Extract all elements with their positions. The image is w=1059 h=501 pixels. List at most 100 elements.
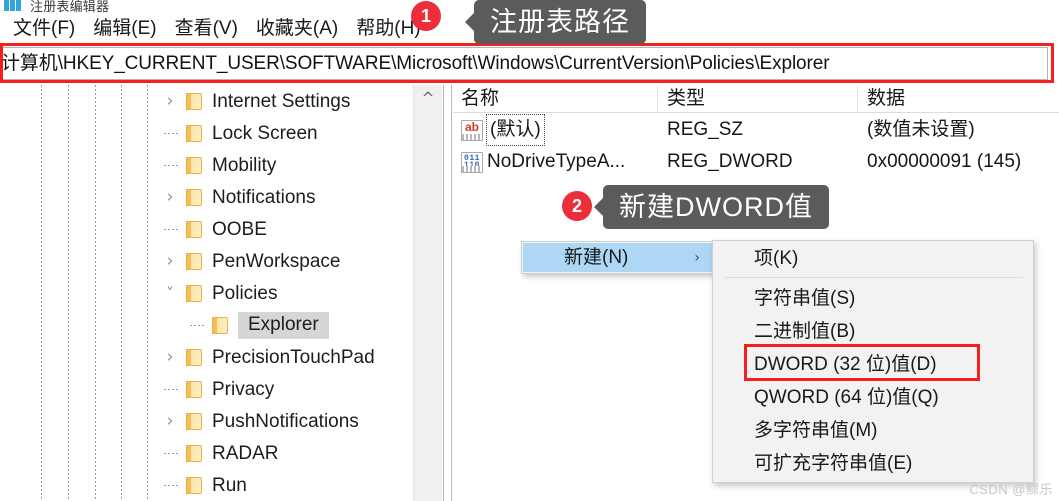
tree-leaf-line: [164, 165, 178, 166]
tree-item-precisiontouchpad[interactable]: › PrecisionTouchPad: [0, 341, 412, 374]
menu-view[interactable]: 查看(V): [166, 17, 247, 41]
callout-tail: [594, 197, 604, 217]
string-icon-text: ab: [464, 120, 479, 134]
value-type: REG_SZ: [667, 119, 744, 140]
tree-item-label: Internet Settings: [212, 90, 351, 112]
chevron-down-icon[interactable]: ˅: [162, 285, 178, 302]
tree-item-oobe[interactable]: OOBE: [0, 213, 412, 246]
chevron-right-icon[interactable]: ›: [162, 92, 178, 110]
annotation-callout-2: 新建DWORD值: [594, 185, 829, 229]
tree-item-penworkspace[interactable]: › PenWorkspace: [0, 245, 412, 278]
submenu-item-key[interactable]: 项(K): [714, 242, 1033, 275]
tree-item-label: Run: [212, 474, 247, 496]
chevron-right-icon[interactable]: ›: [162, 412, 178, 430]
chevron-up-icon[interactable]: ^: [414, 85, 442, 111]
annotation-callout-2-text: 新建DWORD值: [619, 192, 813, 222]
folder-icon: [183, 124, 204, 143]
submenu-item-label: 项(K): [754, 248, 799, 269]
folder-icon: [183, 156, 204, 175]
submenu-item-label: QWORD (64 位)值(Q): [754, 387, 939, 408]
tree-leaf-line: [164, 389, 178, 390]
submenu-item-dword-value[interactable]: DWORD (32 位)值(D): [714, 348, 1033, 381]
tree-leaf-line: [164, 229, 178, 230]
value-name[interactable]: (默认): [486, 114, 545, 146]
menu-edit[interactable]: 编辑(E): [84, 17, 165, 41]
folder-icon: [183, 188, 204, 207]
tree-leaf-line: [190, 325, 204, 326]
window-title: 注册表编辑器: [30, 0, 110, 13]
tree-item-label: Mobility: [212, 154, 277, 176]
tree-item-label: Lock Screen: [212, 122, 318, 144]
folder-icon: [183, 252, 204, 271]
dword-value-icon: 011 110: [461, 152, 483, 173]
folder-icon: [183, 476, 204, 495]
tree-item-notifications[interactable]: › Notifications: [0, 181, 412, 214]
table-row[interactable]: 011 110 NoDriveTypeA... REG_DWORD 0x0000…: [453, 147, 1059, 179]
submenu-item-string-value[interactable]: 字符串值(S): [714, 282, 1033, 315]
submenu-item-multi-string-value[interactable]: 多字符串值(M): [714, 414, 1033, 447]
submenu-item-label: 字符串值(S): [754, 288, 856, 309]
chevron-right-icon: ›: [694, 250, 700, 266]
table-row[interactable]: ab (默认) REG_SZ (数值未设置): [453, 114, 1059, 147]
folder-icon: [183, 348, 204, 367]
list-header: 名称 类型 数据: [453, 85, 1059, 113]
chevron-right-icon[interactable]: ›: [162, 188, 178, 206]
tree-leaf-line: [164, 485, 178, 486]
tree-vertical-scrollbar[interactable]: ^: [413, 85, 442, 501]
tree-item-radar[interactable]: RADAR: [0, 437, 412, 470]
submenu-item-expandable-string-value[interactable]: 可扩充字符串值(E): [714, 447, 1033, 480]
registry-editor-window: 注册表编辑器 文件(F) 编辑(E) 查看(V) 收藏夹(A) 帮助(H) 计算…: [0, 0, 1059, 501]
pane-splitter[interactable]: [443, 85, 452, 501]
submenu-item-label: 多字符串值(M): [754, 420, 878, 441]
tree-item-label: Privacy: [212, 378, 275, 400]
column-header-type[interactable]: 类型: [667, 87, 705, 111]
column-header-name[interactable]: 名称: [461, 87, 499, 111]
annotation-badge-1: 1: [411, 1, 441, 31]
submenu-item-qword-value[interactable]: QWORD (64 位)值(Q): [714, 381, 1033, 414]
context-menu-new-submenu[interactable]: 项(K) 字符串值(S) 二进制值(B) DWORD (32 位)值(D) QW…: [712, 240, 1034, 483]
callout-tail: [465, 12, 475, 32]
tree-item-mobility[interactable]: Mobility: [0, 149, 412, 182]
submenu-item-binary-value[interactable]: 二进制值(B): [714, 315, 1033, 348]
column-divider[interactable]: [857, 86, 858, 112]
submenu-item-label: 二进制值(B): [754, 321, 856, 342]
tree-item-internet-settings[interactable]: › Internet Settings: [0, 85, 412, 118]
folder-icon: [209, 316, 230, 335]
address-bar[interactable]: 计算机\HKEY_CURRENT_USER\SOFTWARE\Microsoft…: [2, 47, 1048, 80]
column-header-data[interactable]: 数据: [867, 87, 905, 111]
string-value-icon: ab: [461, 120, 483, 141]
value-name[interactable]: NoDriveTypeA...: [487, 147, 625, 177]
menu-favorites[interactable]: 收藏夹(A): [247, 17, 347, 41]
folder-icon: [183, 412, 204, 431]
folder-icon: [183, 380, 204, 399]
tree-item-label: PrecisionTouchPad: [212, 346, 375, 368]
folder-icon: [183, 284, 204, 303]
folder-icon: [183, 92, 204, 111]
tree-item-pushnotifications[interactable]: › PushNotifications: [0, 405, 412, 438]
tree-item-lock-screen[interactable]: Lock Screen: [0, 117, 412, 150]
tree-item-label: OOBE: [212, 218, 267, 240]
tree-item-explorer[interactable]: Explorer: [0, 309, 412, 342]
annotation-badge-2: 2: [562, 191, 592, 221]
annotation-callout-1: 注册表路径: [465, 0, 646, 44]
tree-item-privacy[interactable]: Privacy: [0, 373, 412, 406]
submenu-separator: [725, 277, 1023, 278]
chevron-right-icon[interactable]: ›: [162, 252, 178, 270]
context-menu-new-label: 新建(N): [564, 247, 629, 268]
context-menu-new[interactable]: 新建(N) ›: [521, 241, 717, 274]
folder-icon: [183, 220, 204, 239]
registry-editor-icon: [4, 0, 22, 11]
tree-item-label: PenWorkspace: [212, 250, 341, 272]
tree-leaf-line: [164, 133, 178, 134]
folder-icon: [183, 444, 204, 463]
tree-item-label: Policies: [212, 282, 278, 304]
tree-item-policies[interactable]: ˅ Policies: [0, 277, 412, 310]
registry-tree[interactable]: › Internet Settings Lock Screen Mobility…: [0, 85, 412, 501]
tree-item-label: RADAR: [212, 442, 279, 464]
column-divider[interactable]: [657, 86, 658, 112]
tree-item-run[interactable]: Run: [0, 469, 412, 501]
submenu-item-label: DWORD (32 位)值(D): [754, 354, 937, 375]
menu-file[interactable]: 文件(F): [4, 17, 84, 41]
chevron-right-icon[interactable]: ›: [162, 348, 178, 366]
address-bar-value[interactable]: 计算机\HKEY_CURRENT_USER\SOFTWARE\Microsoft…: [3, 49, 830, 78]
